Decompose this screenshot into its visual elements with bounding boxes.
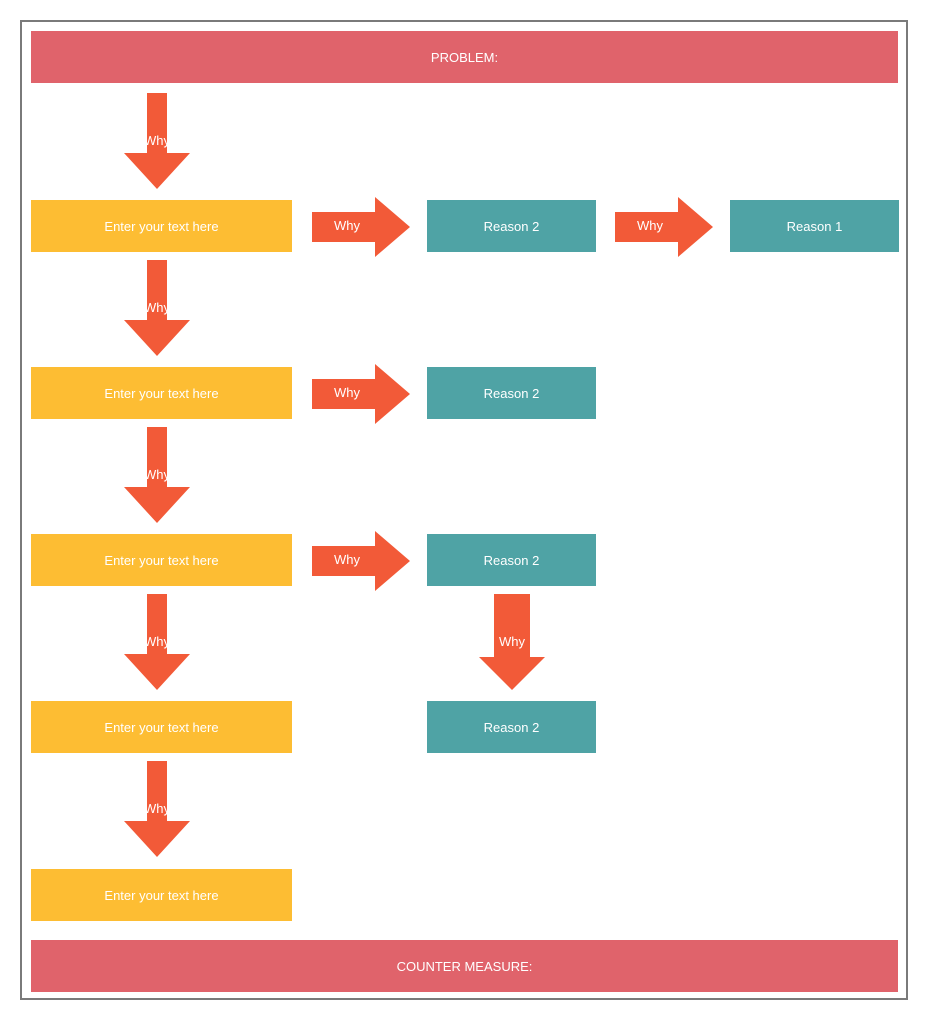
problem-banner[interactable]: PROBLEM:: [31, 31, 898, 83]
step-box[interactable]: Enter your text here: [31, 534, 292, 586]
reason-box[interactable]: Reason 2: [427, 534, 596, 586]
why-arrow-down: Why: [124, 260, 190, 356]
why-arrow-down: Why: [124, 427, 190, 523]
reason-box[interactable]: Reason 2: [427, 367, 596, 419]
why-arrow-right: Why: [312, 531, 410, 591]
reason-box[interactable]: Reason 2: [427, 701, 596, 753]
step-box[interactable]: Enter your text here: [31, 701, 292, 753]
reason-box[interactable]: Reason 2: [427, 200, 596, 252]
counter-measure-label: COUNTER MEASURE:: [396, 958, 533, 974]
step-box[interactable]: Enter your text here: [31, 869, 292, 921]
step-box[interactable]: Enter your text here: [31, 367, 292, 419]
why-arrow-down: Why: [124, 93, 190, 189]
reason-box[interactable]: Reason 1: [730, 200, 899, 252]
counter-measure-banner[interactable]: COUNTER MEASURE:: [31, 940, 898, 992]
why-arrow-down: Why: [124, 761, 190, 857]
step-box[interactable]: Enter your text here: [31, 200, 292, 252]
why-arrow-down: Why: [479, 594, 545, 690]
why-arrow-down: Why: [124, 594, 190, 690]
why-arrow-right: Why: [312, 364, 410, 424]
problem-label: PROBLEM:: [430, 49, 499, 65]
why-arrow-right: Why: [615, 197, 713, 257]
why-arrow-right: Why: [312, 197, 410, 257]
